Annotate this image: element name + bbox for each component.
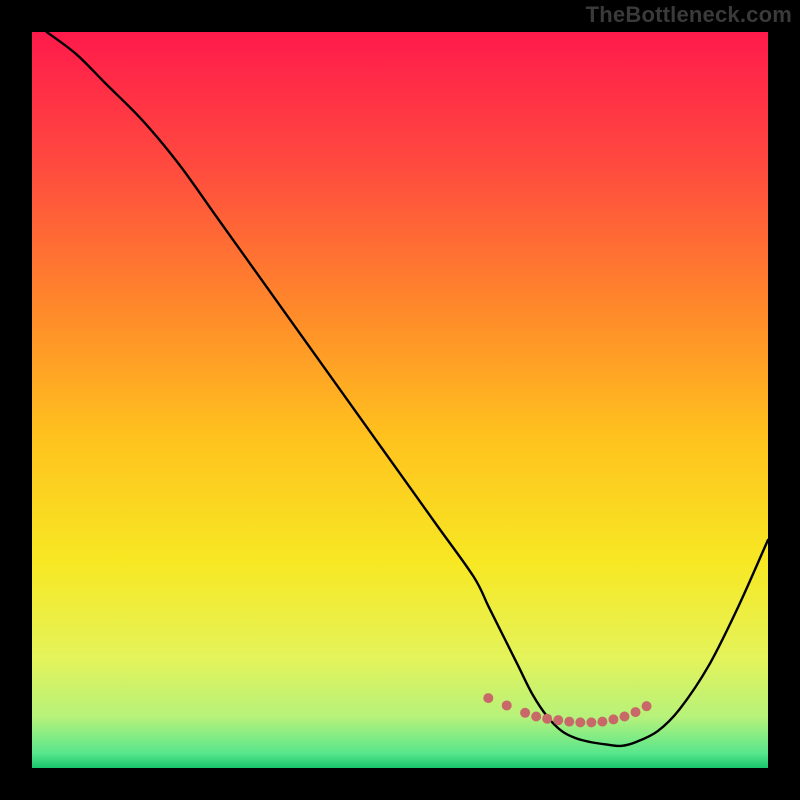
- highlight-dot: [553, 715, 563, 725]
- highlight-dot: [520, 708, 530, 718]
- highlight-dot: [531, 711, 541, 721]
- highlight-dot: [564, 717, 574, 727]
- bottleneck-chart: [32, 32, 768, 768]
- highlight-dot: [597, 717, 607, 727]
- highlight-dot: [586, 717, 596, 727]
- highlight-dot: [483, 693, 493, 703]
- heat-background: [32, 32, 768, 768]
- watermark-text: TheBottleneck.com: [586, 2, 792, 28]
- highlight-dot: [608, 714, 618, 724]
- chart-frame: { "watermark": "TheBottleneck.com", "gra…: [0, 0, 800, 800]
- highlight-dot: [619, 711, 629, 721]
- highlight-dot: [502, 700, 512, 710]
- highlight-dot: [631, 707, 641, 717]
- highlight-dot: [642, 701, 652, 711]
- highlight-dot: [542, 714, 552, 724]
- highlight-dot: [575, 717, 585, 727]
